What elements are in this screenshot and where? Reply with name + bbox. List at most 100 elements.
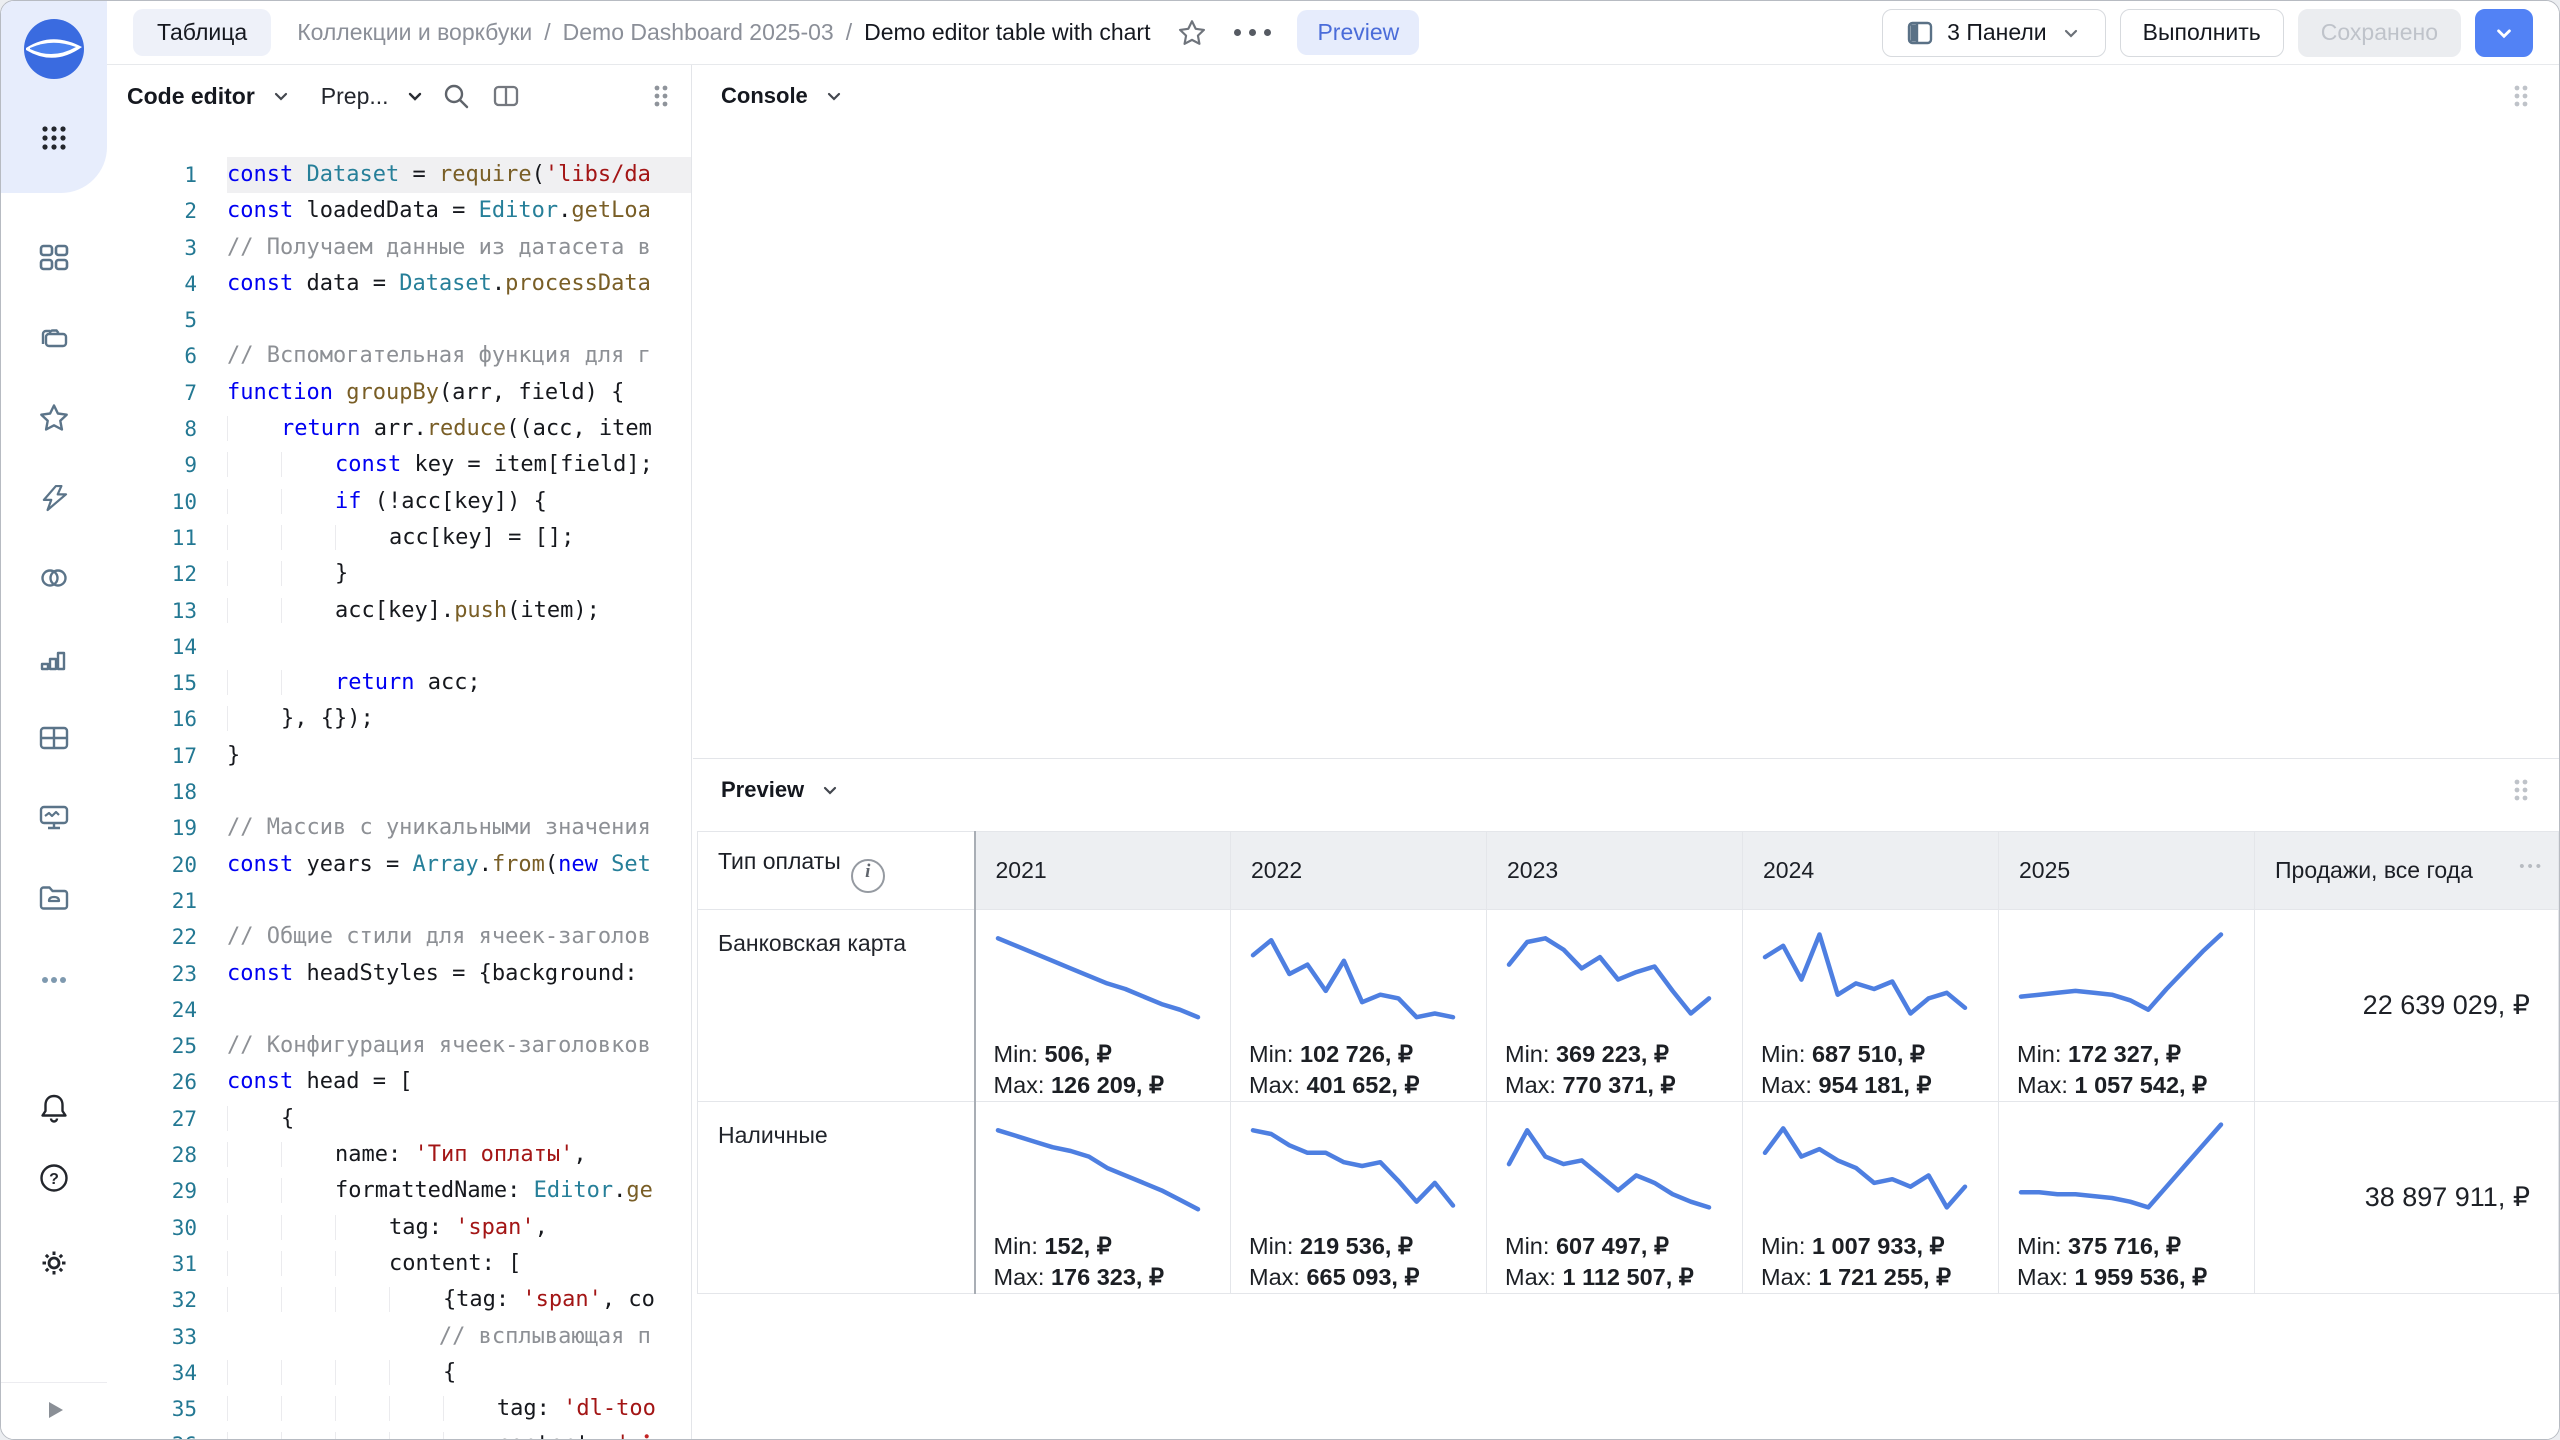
code-text: const headStyles = {background:	[227, 956, 691, 992]
min-max-values: Min: 687 510, ₽Max: 954 181, ₽	[1761, 1039, 1998, 1101]
code-text: formattedName: Editor.ge	[227, 1173, 691, 1209]
column-header-total-sales[interactable]: Продажи, все года •••	[2255, 832, 2559, 910]
sparkline-cell: Min: 102 726, ₽Max: 401 652, ₽	[1231, 910, 1487, 1102]
code-line: 34 {	[107, 1355, 691, 1391]
sparkline-cell: Min: 172 327, ₽Max: 1 057 542, ₽	[1999, 910, 2255, 1102]
code-text: // Вспомогательная функция для г	[227, 338, 691, 374]
chevron-down-icon[interactable]	[269, 84, 293, 108]
max-label: Max:	[2017, 1264, 2068, 1290]
min-max-values: Min: 506, ₽Max: 126 209, ₽	[994, 1039, 1231, 1101]
column-header-year[interactable]: 2024	[1743, 832, 1999, 910]
connections-icon[interactable]	[37, 561, 71, 595]
search-icon[interactable]	[441, 81, 471, 111]
min-max-values: Min: 152, ₽Max: 176 323, ₽	[994, 1231, 1231, 1293]
breadcrumb-separator: /	[544, 19, 550, 46]
settings-gear-icon[interactable]	[37, 1246, 71, 1280]
code-text: }	[227, 738, 691, 774]
help-icon[interactable]: ?	[37, 1161, 71, 1195]
code-text: content: [	[227, 1246, 691, 1282]
split-view-icon[interactable]	[491, 81, 521, 111]
chevron-down-icon[interactable]	[822, 84, 846, 108]
code-line: 22// Общие стили для ячеек-заголов	[107, 919, 691, 955]
total-sales-value: 22 639 029, ₽	[2255, 910, 2559, 1102]
saved-button: Сохранено	[2298, 9, 2461, 57]
code-line: 13 acc[key].push(item);	[107, 593, 691, 629]
code-line: 9 const key = item[field];	[107, 447, 691, 483]
console-title[interactable]: Console	[721, 83, 808, 109]
min-label: Min:	[1249, 1233, 1293, 1259]
line-number: 30	[107, 1210, 227, 1246]
code-editor-content[interactable]: 1const Dataset = require('libs/da2const …	[107, 127, 691, 1439]
line-number: 29	[107, 1173, 227, 1209]
code-text: acc[key] = [];	[227, 520, 691, 556]
line-number: 36	[107, 1427, 227, 1439]
min-label: Min:	[1761, 1233, 1805, 1259]
code-line: 11 acc[key] = [];	[107, 520, 691, 556]
code-text: const years = Array.from(new Set	[227, 847, 691, 883]
dashboards-icon[interactable]	[37, 241, 71, 275]
console-panel: Console	[693, 65, 2559, 759]
code-tab-selector[interactable]: Prep...	[321, 83, 389, 110]
tab-tablica[interactable]: Таблица	[133, 9, 271, 56]
column-header-year[interactable]: 2025	[1999, 832, 2255, 910]
drag-handle-icon[interactable]	[651, 82, 671, 110]
code-line: 10 if (!acc[key]) {	[107, 484, 691, 520]
column-menu-icon[interactable]: •••	[2519, 852, 2544, 881]
column-header-label: Продажи, все года	[2275, 857, 2473, 883]
code-text: function groupBy(arr, field) {	[227, 375, 691, 411]
charts-icon[interactable]	[37, 641, 71, 675]
code-text: {tag: 'span', co	[227, 1282, 691, 1318]
code-line: 32 {tag: 'span', co	[107, 1282, 691, 1318]
info-icon[interactable]: i	[851, 859, 885, 893]
line-number: 22	[107, 919, 227, 955]
max-label: Max:	[2017, 1072, 2068, 1098]
save-dropdown-button[interactable]	[2475, 9, 2533, 57]
apps-grid-icon[interactable]	[37, 121, 71, 155]
column-header-year[interactable]: 2022	[1231, 832, 1487, 910]
code-text: if (!acc[key]) {	[227, 484, 691, 520]
sidebar: ?	[1, 1, 107, 1439]
column-header-year[interactable]: 2021	[975, 832, 1231, 910]
favorites-star-icon[interactable]	[37, 401, 71, 435]
preview-title[interactable]: Preview	[721, 777, 804, 803]
max-label: Max:	[1761, 1072, 1812, 1098]
min-max-values: Min: 375 716, ₽Max: 1 959 536, ₽	[2017, 1231, 2254, 1293]
column-header-year[interactable]: 2023	[1487, 832, 1743, 910]
code-text: const Dataset = require('libs/da	[227, 157, 691, 193]
chevron-down-icon[interactable]	[403, 84, 427, 108]
monitoring-icon[interactable]	[37, 801, 71, 835]
code-text	[227, 774, 691, 810]
collections-icon[interactable]	[37, 321, 71, 355]
max-label: Max:	[1505, 1264, 1556, 1290]
drag-handle-icon[interactable]	[2511, 82, 2531, 110]
expand-arrow-icon[interactable]	[41, 1396, 69, 1424]
tables-icon[interactable]	[37, 721, 71, 755]
more-ellipsis-icon[interactable]	[37, 963, 71, 997]
min-max-values: Min: 369 223, ₽Max: 770 371, ₽	[1505, 1039, 1742, 1101]
code-editor-title[interactable]: Code editor	[127, 83, 255, 110]
breadcrumb-workbook[interactable]: Demo Dashboard 2025-03	[563, 19, 834, 46]
sparkline-chart	[992, 922, 1206, 1028]
favorite-star-icon[interactable]	[1176, 17, 1208, 49]
sparkline-cell: Min: 152, ₽Max: 176 323, ₽	[975, 1102, 1231, 1294]
breadcrumb-collections[interactable]: Коллекции и воркбуки	[297, 19, 532, 46]
more-menu-icon[interactable]	[1234, 29, 1271, 36]
column-header-payment-type[interactable]: Тип оплатыi	[698, 832, 975, 910]
run-button[interactable]: Выполнить	[2120, 9, 2284, 57]
bell-icon[interactable]	[37, 1091, 71, 1125]
line-number: 9	[107, 447, 227, 483]
code-text	[227, 629, 691, 665]
row-label: Банковская карта	[698, 910, 975, 1102]
panels-button[interactable]: 3 Панели	[1882, 9, 2106, 57]
min-label: Min:	[1761, 1041, 1805, 1067]
editor-lightning-icon[interactable]	[37, 481, 71, 515]
storage-folder-icon[interactable]	[37, 881, 71, 915]
drag-handle-icon[interactable]	[2511, 776, 2531, 804]
panels-button-label: 3 Панели	[1947, 19, 2047, 46]
datalens-logo-icon[interactable]	[22, 17, 86, 81]
preview-badge[interactable]: Preview	[1297, 10, 1419, 55]
sparkline-cell: Min: 506, ₽Max: 126 209, ₽	[975, 910, 1231, 1102]
line-number: 32	[107, 1282, 227, 1318]
line-number: 28	[107, 1137, 227, 1173]
chevron-down-icon[interactable]	[818, 778, 842, 802]
